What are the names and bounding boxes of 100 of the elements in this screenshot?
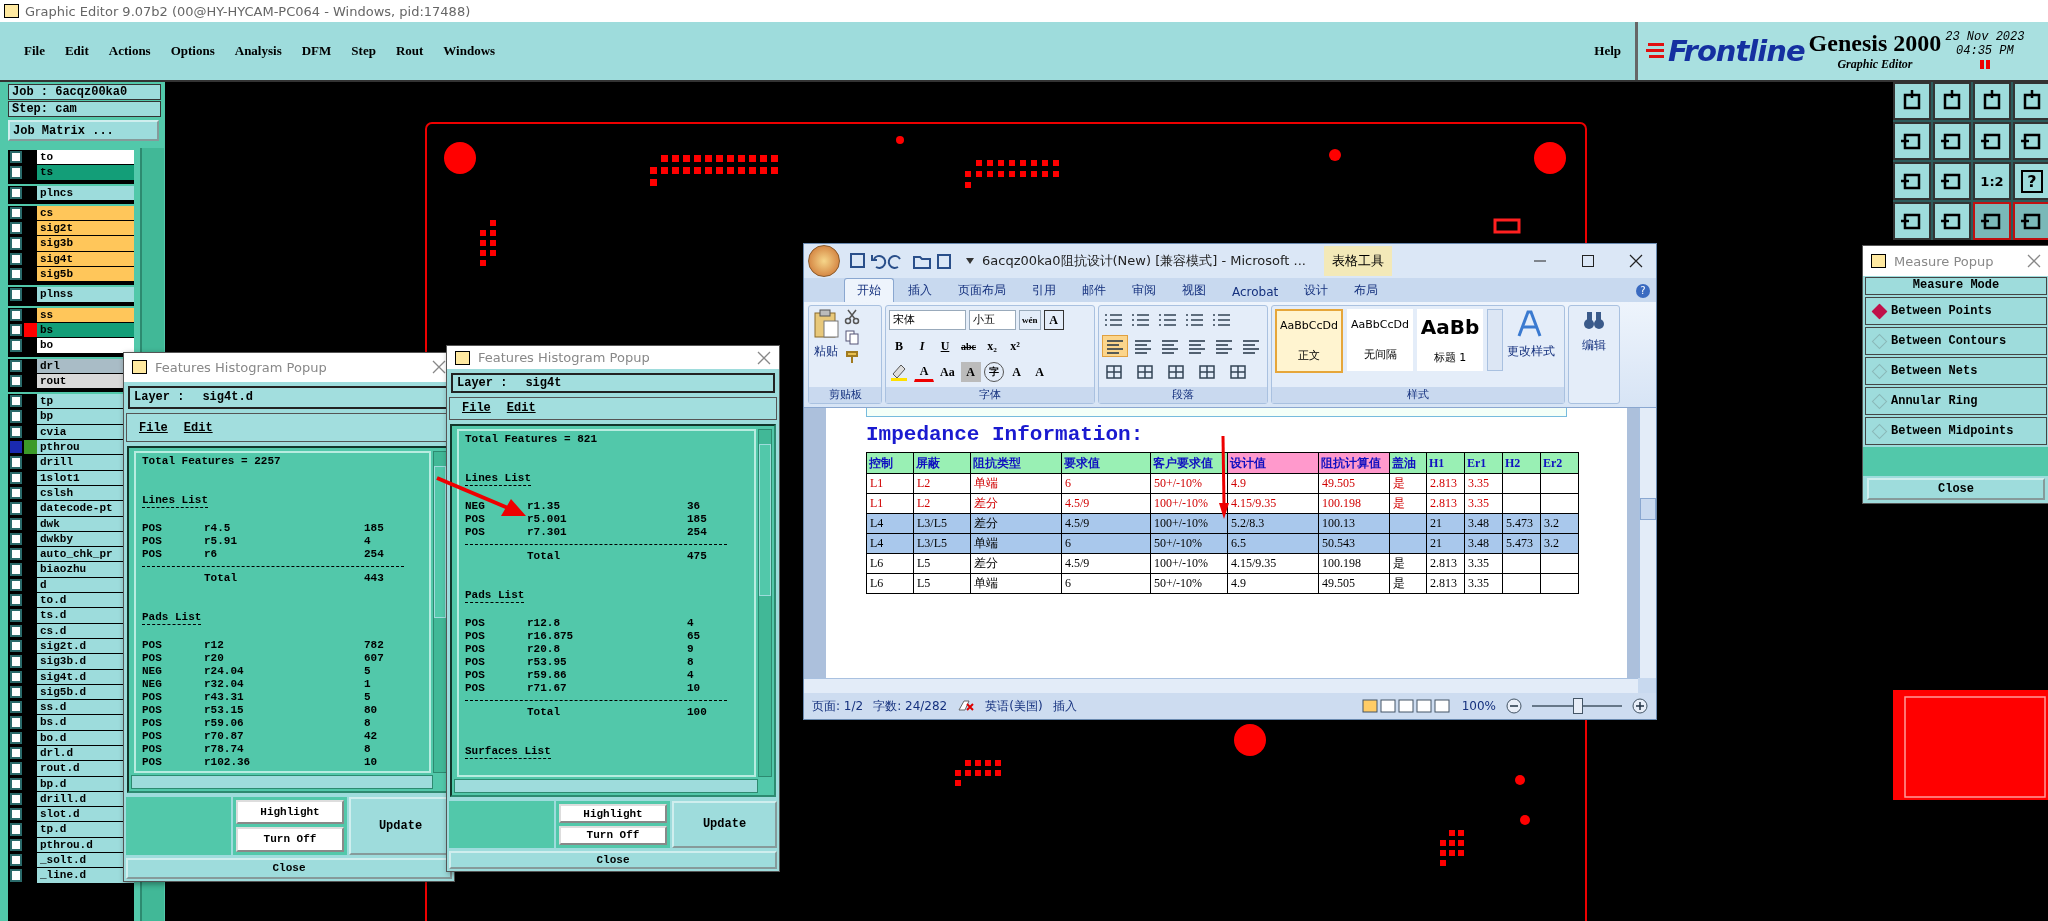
layer-checkbox[interactable] — [10, 747, 22, 760]
menu-item[interactable]: Rout — [395, 43, 424, 59]
measure-mode-option[interactable]: Annular Ring — [1865, 387, 2047, 415]
layer-checkbox[interactable] — [10, 288, 22, 301]
font-effect-button[interactable]: A — [914, 362, 934, 382]
layer-name[interactable]: ss — [37, 307, 134, 322]
font-effect-button[interactable]: A — [960, 362, 981, 382]
layer-checkbox[interactable] — [10, 854, 22, 867]
layer-checkbox[interactable] — [10, 441, 22, 454]
highlight-button[interactable]: Highlight — [559, 804, 667, 823]
layer-checkbox[interactable] — [10, 609, 22, 622]
table-row[interactable]: L1 L2 单端 6 50+/-10% 4.9 49.505 是 2.813 3.35 — [866, 473, 1579, 494]
format-button[interactable]: I — [912, 336, 932, 356]
character-border-button[interactable]: A — [1043, 310, 1064, 330]
table-row[interactable]: L4 L3/L5 差分 4.5/9 100+/-10% 5.2/8.3 100.13 21 3.48 5.473 3.2 — [866, 513, 1579, 534]
layer-checkbox[interactable] — [10, 359, 22, 372]
menu-item[interactable]: Analysis — [234, 43, 282, 59]
style-card[interactable]: AaBbCcDd 无间隔 — [1347, 309, 1413, 371]
menu-item[interactable]: Options — [170, 43, 215, 59]
layer-checkbox[interactable] — [10, 670, 22, 683]
layer-checkbox[interactable] — [10, 838, 22, 852]
scrollbar-thumb[interactable] — [1640, 498, 1656, 520]
layer-checkbox[interactable] — [10, 374, 22, 388]
paste-button[interactable]: 粘贴 — [814, 343, 838, 360]
layer-name[interactable]: bs — [37, 322, 134, 338]
toolbar-button[interactable] — [2013, 202, 2048, 240]
layer-checkbox[interactable] — [10, 186, 22, 199]
format-button[interactable]: U — [935, 336, 955, 356]
layer-checkbox[interactable] — [10, 731, 22, 744]
toolbar-button[interactable]: ? — [2013, 162, 2048, 200]
close-button[interactable]: Close — [449, 850, 777, 869]
font-size-dropdown[interactable]: 小五 — [969, 310, 1016, 330]
layer-checkbox[interactable] — [10, 206, 22, 220]
language-text[interactable]: 英语(美国) — [985, 697, 1043, 715]
phonetic-guide-button[interactable]: wén — [1019, 310, 1041, 330]
layer-checkbox[interactable] — [10, 823, 22, 836]
layer-checkbox[interactable] — [10, 323, 22, 337]
ribbon-tab[interactable]: Acrobat — [1220, 282, 1291, 302]
ribbon-tab[interactable]: 页面布局 — [946, 279, 1018, 302]
layer-checkbox[interactable] — [10, 222, 22, 235]
measure-mode-option[interactable]: Between Points — [1865, 297, 2047, 325]
turn-off-button[interactable]: Turn Off — [559, 825, 667, 845]
menu-item[interactable]: Edit — [506, 401, 536, 416]
toolbar-button[interactable] — [1973, 202, 2011, 240]
toolbar-button[interactable] — [1973, 82, 2011, 120]
ribbon-tab[interactable]: 邮件 — [1070, 279, 1118, 302]
layer-checkbox[interactable] — [10, 471, 22, 484]
view-mode-icons[interactable] — [1361, 698, 1452, 714]
menu-item[interactable]: File — [139, 420, 168, 435]
toolbar-button[interactable] — [1893, 82, 1931, 120]
editing-button[interactable]: 编辑 — [1582, 337, 1606, 354]
scrollbar-thumb[interactable] — [759, 444, 771, 597]
ribbon-tab[interactable]: 开始 — [844, 278, 894, 302]
layer-name[interactable]: ts — [37, 165, 134, 180]
copy-icon[interactable] — [844, 329, 860, 345]
style-card[interactable]: AaBbCcDd 正文 — [1275, 309, 1343, 373]
insert-mode-text[interactable]: 插入 — [1052, 697, 1077, 715]
layer-checkbox[interactable] — [10, 685, 22, 699]
layer-checkbox[interactable] — [10, 166, 22, 179]
format-button[interactable]: x² — [1005, 336, 1025, 356]
layer-checkbox[interactable] — [10, 655, 22, 668]
vertical-scrollbar[interactable] — [1639, 408, 1656, 678]
toolbar-button[interactable] — [1933, 82, 1971, 120]
scrollbar-thumb[interactable] — [434, 465, 446, 618]
horizontal-scrollbar[interactable] — [454, 779, 758, 794]
zoom-in-icon[interactable] — [1632, 698, 1648, 714]
close-button[interactable]: Close — [1867, 478, 2045, 500]
vertical-scrollbar[interactable] — [758, 429, 772, 778]
measure-mode-option[interactable]: Between Nets — [1865, 357, 2047, 385]
help-button[interactable]: ? — [1636, 284, 1650, 298]
layer-checkbox[interactable] — [10, 716, 22, 729]
vertical-scrollbar[interactable] — [433, 450, 447, 773]
layer-checkbox[interactable] — [10, 624, 22, 637]
layer-checkbox[interactable] — [10, 237, 22, 250]
font-effect-button[interactable]: A — [1006, 362, 1027, 382]
layer-name[interactable]: plncs — [37, 185, 134, 200]
menu-item[interactable]: File — [462, 401, 491, 416]
layer-checkbox[interactable] — [10, 410, 22, 423]
layer-name[interactable]: to — [37, 150, 134, 165]
layer-name[interactable]: bo — [37, 338, 134, 353]
layer-checkbox[interactable] — [10, 308, 22, 321]
ribbon-tab[interactable]: 设计 — [1292, 279, 1341, 302]
layer-checkbox[interactable] — [10, 762, 22, 775]
menu-item[interactable]: Edit — [183, 420, 213, 435]
close-button[interactable]: Close — [126, 857, 452, 879]
brush-icon[interactable] — [844, 349, 860, 365]
ribbon-tab[interactable]: 插入 — [896, 279, 944, 302]
horizontal-scrollbar[interactable] — [131, 774, 433, 789]
layer-checkbox[interactable] — [10, 792, 22, 806]
menu-item[interactable]: DFM — [301, 43, 332, 59]
toolbar-button[interactable]: 1:2 — [1973, 162, 2011, 200]
help-menu[interactable]: Help — [1594, 43, 1621, 59]
layer-checkbox[interactable] — [10, 486, 22, 500]
table-row[interactable]: L1 L2 差分 4.5/9 100+/-10% 4.15/9.35 100.198 是 2.813 3.35 — [866, 493, 1579, 514]
job-matrix-button[interactable]: Job Matrix ... — [8, 120, 159, 141]
caret-icon[interactable] — [966, 258, 974, 264]
layer-checkbox[interactable] — [10, 395, 22, 408]
layer-name[interactable]: sig5b — [37, 267, 134, 282]
zoom-out-icon[interactable] — [1506, 698, 1522, 714]
layer-checkbox[interactable] — [10, 594, 22, 607]
